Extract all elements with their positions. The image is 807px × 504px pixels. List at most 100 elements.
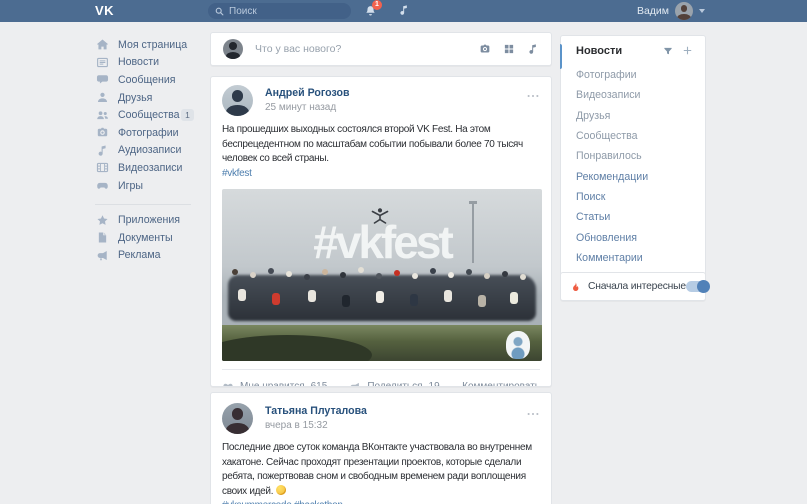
- search-input[interactable]: [229, 6, 344, 17]
- post-author-avatar[interactable]: [222, 403, 253, 434]
- home-icon: [95, 38, 109, 51]
- post-author-link[interactable]: Татьяна Плуталова: [265, 405, 367, 417]
- news-menu-item-articles[interactable]: Статьи: [561, 207, 705, 227]
- post-timestamp[interactable]: 25 минут назад: [265, 102, 349, 113]
- sidebar-item-apps[interactable]: Приложения: [95, 211, 194, 229]
- post-photo[interactable]: #vkfest: [222, 189, 542, 361]
- news-menu-item-communities[interactable]: Сообщества: [561, 126, 705, 146]
- filter-icon[interactable]: [663, 46, 673, 56]
- post-composer: Что у вас нового?: [210, 32, 552, 66]
- composer-input[interactable]: Что у вас нового?: [255, 43, 479, 55]
- sidebar-item-video[interactable]: Видеозаписи: [95, 159, 194, 177]
- post-text: На прошедших выходных состоялся второй V…: [222, 123, 540, 167]
- vk-logo[interactable]: VK: [95, 3, 114, 18]
- news-menu-header: Новости: [561, 36, 705, 65]
- news-filter-menu: Новости Фотографии Видеозаписи Друзья Со…: [560, 35, 706, 275]
- friend-icon: [95, 91, 109, 104]
- post-author-link[interactable]: Андрей Рогозов: [265, 87, 349, 99]
- share-button[interactable]: Поделиться 19: [349, 381, 439, 388]
- smart-feed-label: Сначала интересные: [588, 281, 686, 292]
- user-avatar: [675, 2, 693, 20]
- smart-feed-card: Сначала интересные: [560, 272, 706, 301]
- add-list-icon[interactable]: [682, 45, 693, 56]
- post-actions: Мне нравится 615 Поделиться 19 Комментир…: [222, 370, 540, 387]
- document-icon: [95, 231, 109, 244]
- sidebar-item-games[interactable]: Игры: [95, 177, 194, 195]
- post-hashtags[interactable]: #vkfest: [222, 167, 540, 182]
- music-note-icon: [95, 144, 109, 157]
- news-menu-item-comments[interactable]: Комментарии: [561, 248, 705, 268]
- post-header: Андрей Рогозов 25 минут назад: [222, 85, 540, 116]
- sidebar-item-photos[interactable]: Фотографии: [95, 124, 194, 142]
- photo-mascot: [506, 331, 530, 359]
- post-options-icon[interactable]: [526, 85, 540, 103]
- vk-app: VK 1 Вадим Моя стра: [0, 0, 807, 504]
- post-meta: Андрей Рогозов 25 минут назад: [265, 85, 349, 113]
- search-box[interactable]: [208, 3, 351, 19]
- photo-crowd-heads: [232, 269, 238, 275]
- fire-icon: [570, 281, 581, 293]
- search-icon: [215, 7, 224, 16]
- smart-feed-toggle[interactable]: [686, 281, 709, 292]
- heart-icon: [222, 381, 234, 388]
- news-menu-item-search[interactable]: Поиск: [561, 187, 705, 207]
- news-menu-item-updates[interactable]: Обновления: [561, 227, 705, 247]
- sidebar-divider: [95, 204, 191, 205]
- photo-jumping-person: [370, 207, 390, 229]
- feed-post-1: Андрей Рогозов 25 минут назад На прошедш…: [210, 76, 552, 387]
- news-menu-item-liked[interactable]: Понравилось: [561, 146, 705, 166]
- music-icon[interactable]: [398, 4, 410, 16]
- news-icon: [95, 56, 109, 69]
- left-sidebar: Моя страница Новости Сообщения Друзья Со…: [95, 36, 194, 264]
- attach-photo-icon[interactable]: [479, 43, 491, 55]
- sidebar-item-communities[interactable]: Сообщества 1: [95, 106, 194, 124]
- attach-audio-icon[interactable]: [527, 43, 539, 55]
- megaphone-icon: [95, 249, 109, 262]
- sidebar-item-documents[interactable]: Документы: [95, 229, 194, 247]
- photo-flagpole: [472, 201, 474, 263]
- news-menu-item-photos[interactable]: Фотографии: [561, 65, 705, 85]
- attach-video-icon[interactable]: [503, 43, 515, 55]
- news-menu-title[interactable]: Новости: [576, 45, 622, 57]
- feed-post-2: Татьяна Плуталова вчера в 15:32 Последни…: [210, 392, 552, 504]
- sidebar-item-news[interactable]: Новости: [95, 54, 194, 72]
- camera-icon: [95, 126, 109, 139]
- chevron-down-icon: [699, 9, 705, 13]
- sidebar-item-my-page[interactable]: Моя страница: [95, 36, 194, 54]
- post-timestamp[interactable]: вчера в 15:32: [265, 420, 367, 431]
- user-name: Вадим: [637, 5, 669, 17]
- communities-icon: [95, 109, 109, 122]
- sidebar-item-audio[interactable]: Аудиозаписи: [95, 142, 194, 160]
- news-menu-item-recommendations[interactable]: Рекомендации: [561, 166, 705, 186]
- star-icon: [95, 214, 109, 227]
- post-meta: Татьяна Плуталова вчера в 15:32: [265, 403, 367, 431]
- share-icon: [349, 381, 361, 388]
- like-count: 615: [311, 381, 328, 387]
- post-author-avatar[interactable]: [222, 85, 253, 116]
- post-options-icon[interactable]: [526, 403, 540, 421]
- like-button[interactable]: Мне нравится 615: [222, 381, 327, 388]
- composer-avatar[interactable]: [223, 39, 243, 59]
- video-icon: [95, 161, 109, 174]
- share-count: 19: [429, 381, 440, 387]
- active-item-accent: [560, 44, 562, 69]
- composer-attachments: [479, 43, 539, 55]
- sidebar-item-messages[interactable]: Сообщения: [95, 71, 194, 89]
- news-menu-item-videos[interactable]: Видеозаписи: [561, 85, 705, 105]
- post-text: Последние двое суток команда ВКонтакте у…: [222, 441, 540, 499]
- gamepad-icon: [95, 179, 109, 192]
- user-menu[interactable]: Вадим: [637, 0, 705, 22]
- smile-emoji: [276, 485, 286, 495]
- post-header: Татьяна Плуталова вчера в 15:32: [222, 403, 540, 434]
- photo-grass: [222, 325, 542, 361]
- communities-count-badge: 1: [181, 109, 194, 121]
- sidebar-item-ads[interactable]: Реклама: [95, 247, 194, 265]
- comment-button[interactable]: Комментировать: [462, 381, 540, 387]
- sidebar-item-friends[interactable]: Друзья: [95, 89, 194, 107]
- messages-icon: [95, 73, 109, 86]
- notifications-count-badge[interactable]: 1: [372, 0, 382, 10]
- photo-crowd: [228, 275, 536, 321]
- post-hashtags[interactable]: #vksummercode #hackathon: [222, 499, 540, 504]
- top-bar: VK 1 Вадим: [0, 0, 807, 22]
- news-menu-item-friends[interactable]: Друзья: [561, 106, 705, 126]
